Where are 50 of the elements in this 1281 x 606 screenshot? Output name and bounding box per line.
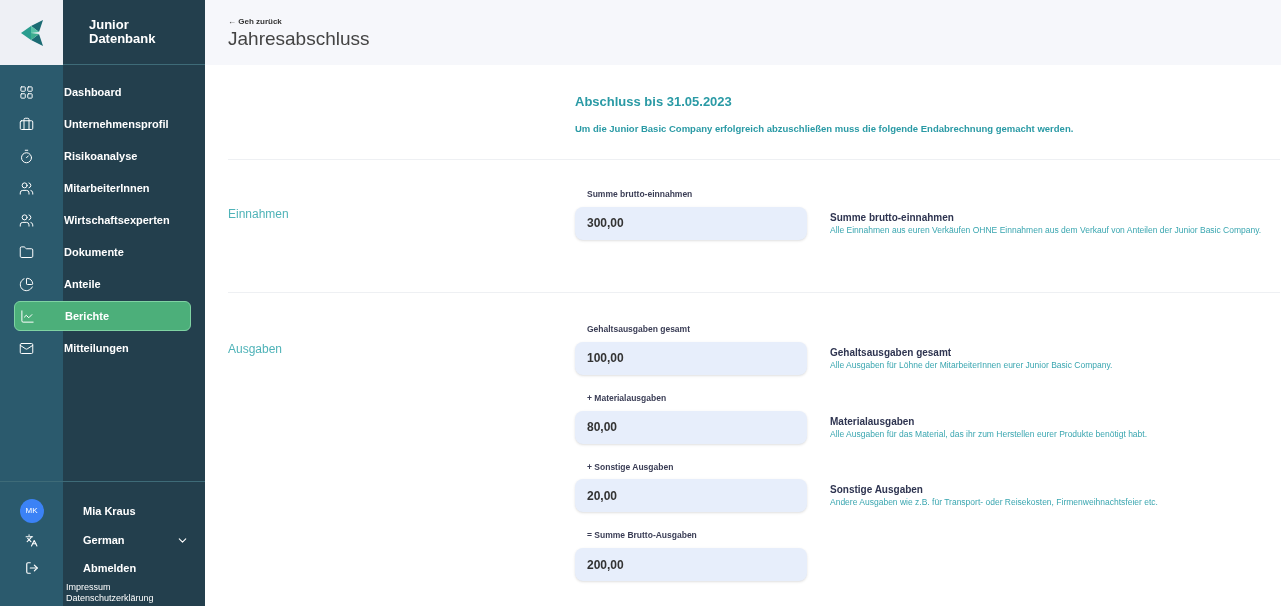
help-text: Alle Einnahmen aus euren Verkäufen OHNE Einnahmen aus dem Verkauf von Anteilen der Junior Basic Company. — [830, 224, 1263, 236]
users-icon — [18, 212, 34, 228]
nav-item[interactable]: Dokumente — [14, 237, 191, 267]
chart-icon — [19, 308, 35, 324]
nav-item[interactable]: Unternehmensprofil — [14, 109, 191, 139]
field-label: + Materialausgaben — [586, 391, 668, 405]
nav-item[interactable]: Anteile — [14, 269, 191, 299]
footer-link[interactable]: Datenschutzerklärung — [66, 593, 205, 604]
brand-name: Datenbank — [89, 32, 156, 46]
section-title: Einnahmen — [228, 206, 290, 223]
help-text: Andere Ausgaben wie z.B. für Transport- oder Reisekosten, Firmenweihnachtsfeier etc. — [830, 497, 1159, 509]
help-title: Summe brutto-einnahmen — [830, 210, 955, 225]
logout-icon[interactable] — [24, 561, 39, 575]
user-name: Mia Kraus — [83, 503, 136, 519]
page-title: Jahresabschluss — [228, 27, 371, 50]
section-title: Ausgaben — [228, 341, 284, 358]
grid-icon — [18, 84, 34, 100]
amount-field[interactable]: 100,00 — [575, 341, 807, 375]
folder-icon — [18, 244, 34, 260]
amount-field[interactable]: 300,00 — [575, 206, 807, 240]
translate-icon — [25, 533, 38, 547]
nav-item[interactable]: Mitteilungen — [14, 333, 191, 363]
nav-item[interactable]: Risikoanalyse — [14, 141, 191, 171]
intro-text: Um die Junior Basic Company erfolgreich abzuschließen muss die folgende Endabrechnung gemacht werden. — [575, 121, 1075, 136]
timer-icon — [18, 148, 34, 164]
field-label: Summe brutto-einnahmen — [586, 188, 694, 201]
users-icon — [18, 180, 34, 196]
amount-field[interactable]: 80,00 — [575, 410, 807, 444]
intro-title: Abschluss bis 31.05.2023 — [575, 93, 733, 111]
field-label: + Sonstige Ausgaben — [586, 460, 675, 474]
briefcase-icon — [18, 116, 34, 132]
field-label: = Summe Brutto-Ausgaben — [586, 529, 698, 542]
amount-field[interactable]: 20,00 — [575, 479, 807, 513]
nav-item[interactable]: Dashboard — [14, 77, 191, 107]
help-text: Alle Ausgaben für Löhne der MitarbeiterInnen eurer Junior Basic Company. — [830, 359, 1114, 371]
pie-chart-icon — [18, 276, 34, 292]
help-title: Materialausgaben — [830, 414, 916, 429]
back-link[interactable]: ← Geh zurück — [228, 15, 1281, 28]
brand-name: Junior — [89, 18, 130, 32]
logout-button[interactable]: Abmelden — [83, 559, 137, 577]
field-label: Gehaltsausgaben gesamt — [586, 323, 691, 336]
help-title: Gehaltsausgaben gesamt — [830, 345, 953, 360]
mail-icon — [18, 340, 34, 356]
help-title: Sonstige Ausgaben — [830, 483, 924, 498]
nav-item[interactable]: MitarbeiterInnen — [14, 173, 191, 203]
nav-item[interactable]: Wirtschaftsexperten — [14, 205, 191, 235]
footer-link[interactable]: Impressum — [66, 582, 205, 593]
language-select[interactable]: German — [83, 531, 189, 549]
amount-field[interactable]: 200,00 — [575, 548, 807, 581]
help-text: Alle Ausgaben für das Material, das ihr zum Herstellen eurer Produkte benötigt habt. — [830, 428, 1149, 440]
